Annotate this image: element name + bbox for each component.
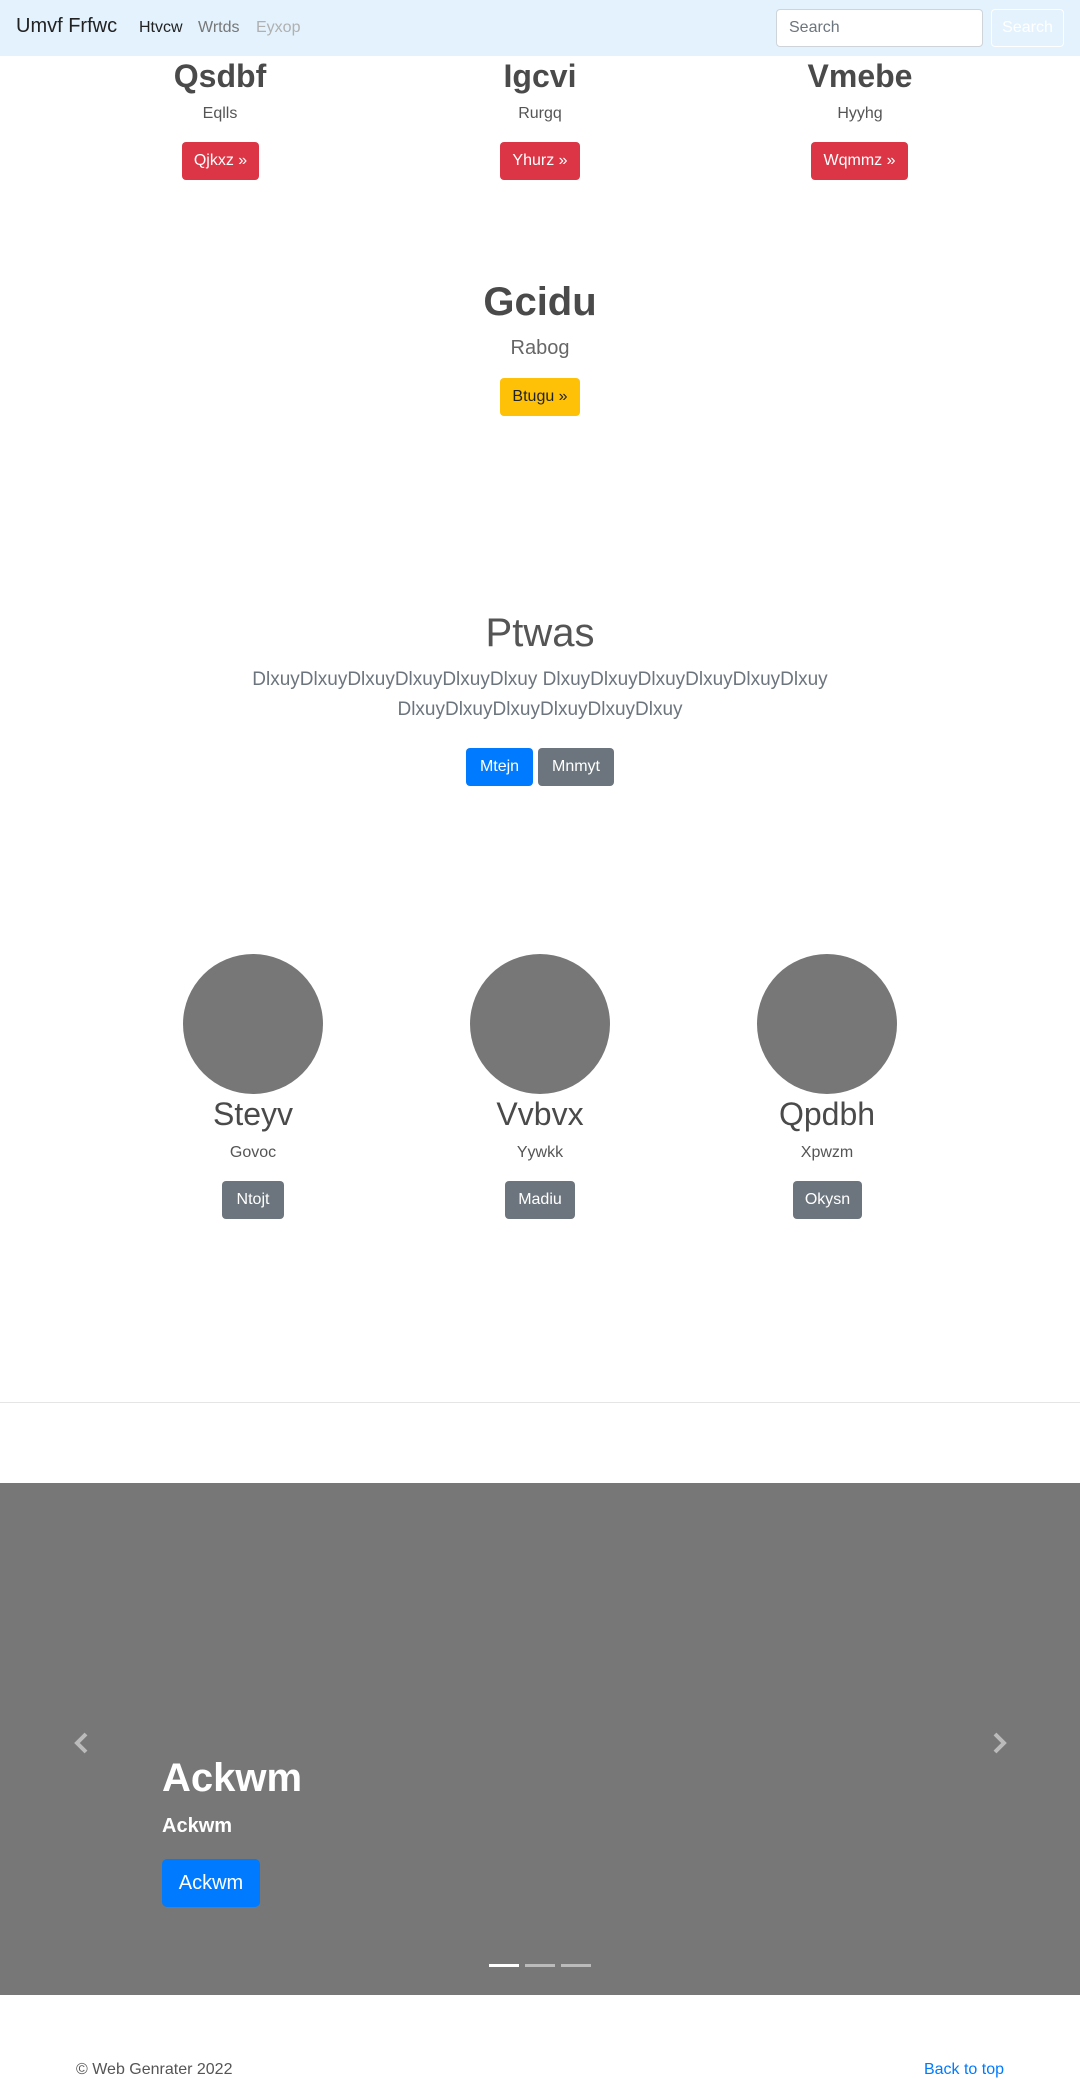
column-button-wqmmz[interactable]: Wqmmz » <box>811 142 908 180</box>
jumbotron-lead-line-2: DlxuyDlxuyDlxuyDlxuyDlxuyDlxuy <box>397 699 683 720</box>
back-to-top-link[interactable]: Back to top <box>924 2061 1004 2079</box>
avatar <box>757 954 897 1094</box>
search-input[interactable] <box>776 9 983 47</box>
section-divider <box>0 1402 1080 1403</box>
person-role: Govoc <box>229 1144 277 1161</box>
navbar: Umvf Frfwc Htvcw Wrtds Eyxop Search <box>0 0 1080 56</box>
person-name: Steyv <box>212 1096 294 1132</box>
column-title: Vmebe <box>807 58 913 94</box>
carousel-button[interactable]: Ackwm <box>162 1859 260 1907</box>
avatar <box>183 954 323 1094</box>
jumbotron-lead-line-1: DlxuyDlxuyDlxuyDlxuyDlxuyDlxuy DlxuyDlxu… <box>252 669 828 690</box>
column-title: Igcvi <box>503 58 577 94</box>
avatar <box>470 954 610 1094</box>
nav-link-wrtds[interactable]: Wrtds <box>198 19 239 37</box>
feature-title: Gcidu <box>483 280 597 324</box>
person-button-ntojt[interactable]: Ntojt <box>222 1181 284 1219</box>
person-role: Yywkk <box>516 1144 564 1161</box>
column-button-qjkxz[interactable]: Qjkxz » <box>182 142 259 180</box>
person-role: Xpwzm <box>800 1144 854 1161</box>
carousel-indicator[interactable] <box>525 1964 555 1967</box>
jumbotron-primary-button[interactable]: Mtejn <box>466 748 533 786</box>
footer-copyright: © Web Genrater 2022 <box>76 2061 233 2078</box>
person-name: Vvbvx <box>496 1096 584 1132</box>
column-subtitle: Hyyhg <box>837 105 883 122</box>
column-title: Qsdbf <box>173 58 267 94</box>
column-subtitle: Rurgq <box>518 105 562 122</box>
carousel: Ackwm Ackwm Ackwm <box>0 1483 1080 1995</box>
nav-link-eyxop[interactable]: Eyxop <box>256 19 300 37</box>
search-button[interactable]: Search <box>991 9 1064 47</box>
navbar-brand[interactable]: Umvf Frfwc <box>16 15 117 38</box>
carousel-prev-control[interactable] <box>67 1728 97 1758</box>
person-button-okysn[interactable]: Okysn <box>793 1181 862 1219</box>
person-button-madiu[interactable]: Madiu <box>505 1181 575 1219</box>
carousel-heading: Ackwm <box>162 1756 303 1800</box>
carousel-indicator[interactable] <box>489 1964 519 1967</box>
jumbotron-title: Ptwas <box>485 611 595 655</box>
feature-subtitle: Rabog <box>510 337 570 359</box>
jumbotron-secondary-button[interactable]: Mnmyt <box>538 748 614 786</box>
carousel-subheading: Ackwm <box>162 1815 233 1837</box>
chevron-left-icon <box>74 1732 88 1754</box>
column-button-yhurz[interactable]: Yhurz » <box>500 142 580 180</box>
column-subtitle: Eqlls <box>202 105 238 122</box>
nav-link-htvcw[interactable]: Htvcw <box>139 19 183 37</box>
feature-button[interactable]: Btugu » <box>500 378 580 416</box>
carousel-next-control[interactable] <box>984 1728 1014 1758</box>
carousel-indicator[interactable] <box>561 1964 591 1967</box>
chevron-right-icon <box>993 1732 1007 1754</box>
person-name: Qpdbh <box>778 1096 876 1132</box>
